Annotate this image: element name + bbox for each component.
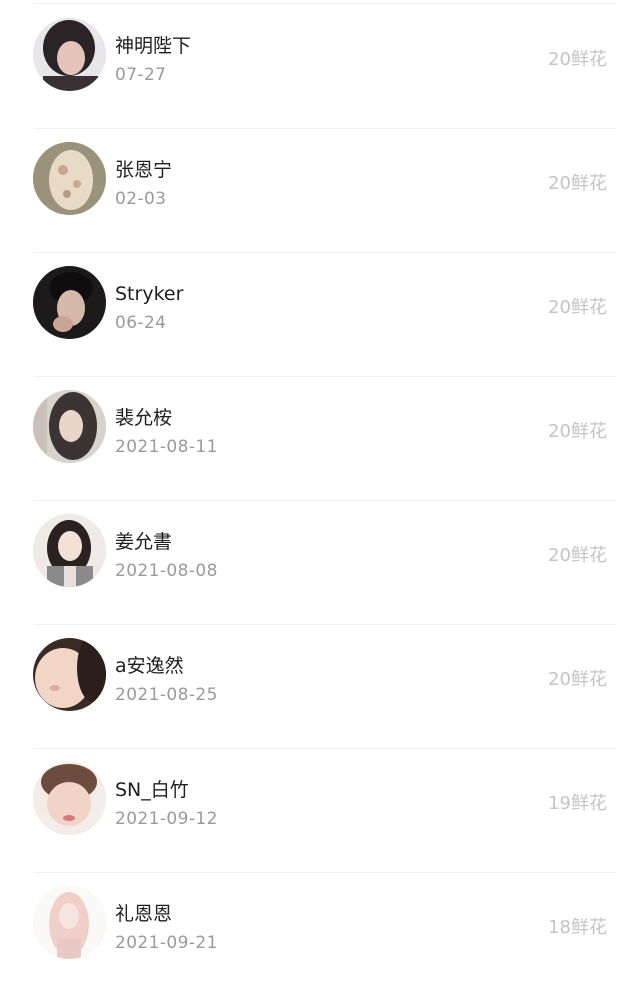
list-item[interactable]: 姜允書 2021-08-08 20鲜花 (0, 501, 640, 625)
avatar[interactable] (33, 886, 106, 959)
avatar-photo-icon (33, 142, 106, 215)
avatar[interactable] (33, 514, 106, 587)
gift-date: 07-27 (115, 65, 167, 85)
gift-date: 2021-08-11 (115, 437, 218, 457)
flower-count: 20鲜花 (548, 49, 607, 70)
gift-date: 2021-09-12 (115, 809, 218, 829)
gift-ranking-list: 神明陛下 07-27 20鲜花 张恩宁 02-03 20鲜花 Stryker 0… (0, 0, 640, 989)
user-name: SN_白竹 (115, 779, 189, 801)
avatar-photo-icon (33, 390, 106, 463)
flower-count: 20鲜花 (548, 421, 607, 442)
user-name: 裴允桉 (115, 407, 173, 429)
user-name: 礼恩恩 (115, 903, 173, 925)
list-item[interactable]: Stryker 06-24 20鲜花 (0, 253, 640, 377)
avatar-photo-icon (33, 762, 106, 835)
avatar[interactable] (33, 142, 106, 215)
list-item[interactable]: 张恩宁 02-03 20鲜花 (0, 129, 640, 253)
gift-date: 2021-08-25 (115, 685, 218, 705)
divider (34, 3, 616, 4)
gift-date: 2021-08-08 (115, 561, 218, 581)
flower-count: 20鲜花 (548, 545, 607, 566)
avatar[interactable] (33, 762, 106, 835)
avatar-photo-icon (33, 886, 106, 959)
avatar-photo-icon (33, 266, 106, 339)
list-item[interactable]: 神明陛下 07-27 20鲜花 (0, 5, 640, 129)
flower-count: 20鲜花 (548, 669, 607, 690)
avatar-photo-icon (33, 18, 106, 91)
gift-date: 06-24 (115, 313, 167, 333)
user-name: Stryker (115, 283, 184, 305)
flower-count: 19鲜花 (548, 793, 607, 814)
avatar[interactable] (33, 266, 106, 339)
flower-count: 20鲜花 (548, 297, 607, 318)
gift-date: 02-03 (115, 189, 167, 209)
gift-date: 2021-09-21 (115, 933, 218, 953)
user-name: 神明陛下 (115, 35, 192, 57)
list-item[interactable]: SN_白竹 2021-09-12 19鲜花 (0, 749, 640, 873)
user-name: 张恩宁 (115, 159, 173, 181)
user-name: 姜允書 (115, 531, 173, 553)
avatar-photo-icon (33, 514, 106, 587)
avatar[interactable] (33, 390, 106, 463)
flower-count: 20鲜花 (548, 173, 607, 194)
flower-count: 18鲜花 (548, 917, 607, 938)
list-item[interactable]: a安逸然 2021-08-25 20鲜花 (0, 625, 640, 749)
list-item[interactable]: 裴允桉 2021-08-11 20鲜花 (0, 377, 640, 501)
list-item[interactable]: 礼恩恩 2021-09-21 18鲜花 (0, 873, 640, 997)
avatar[interactable] (33, 18, 106, 91)
user-name: a安逸然 (115, 655, 184, 677)
avatar[interactable] (33, 638, 106, 711)
avatar-photo-icon (33, 638, 106, 711)
